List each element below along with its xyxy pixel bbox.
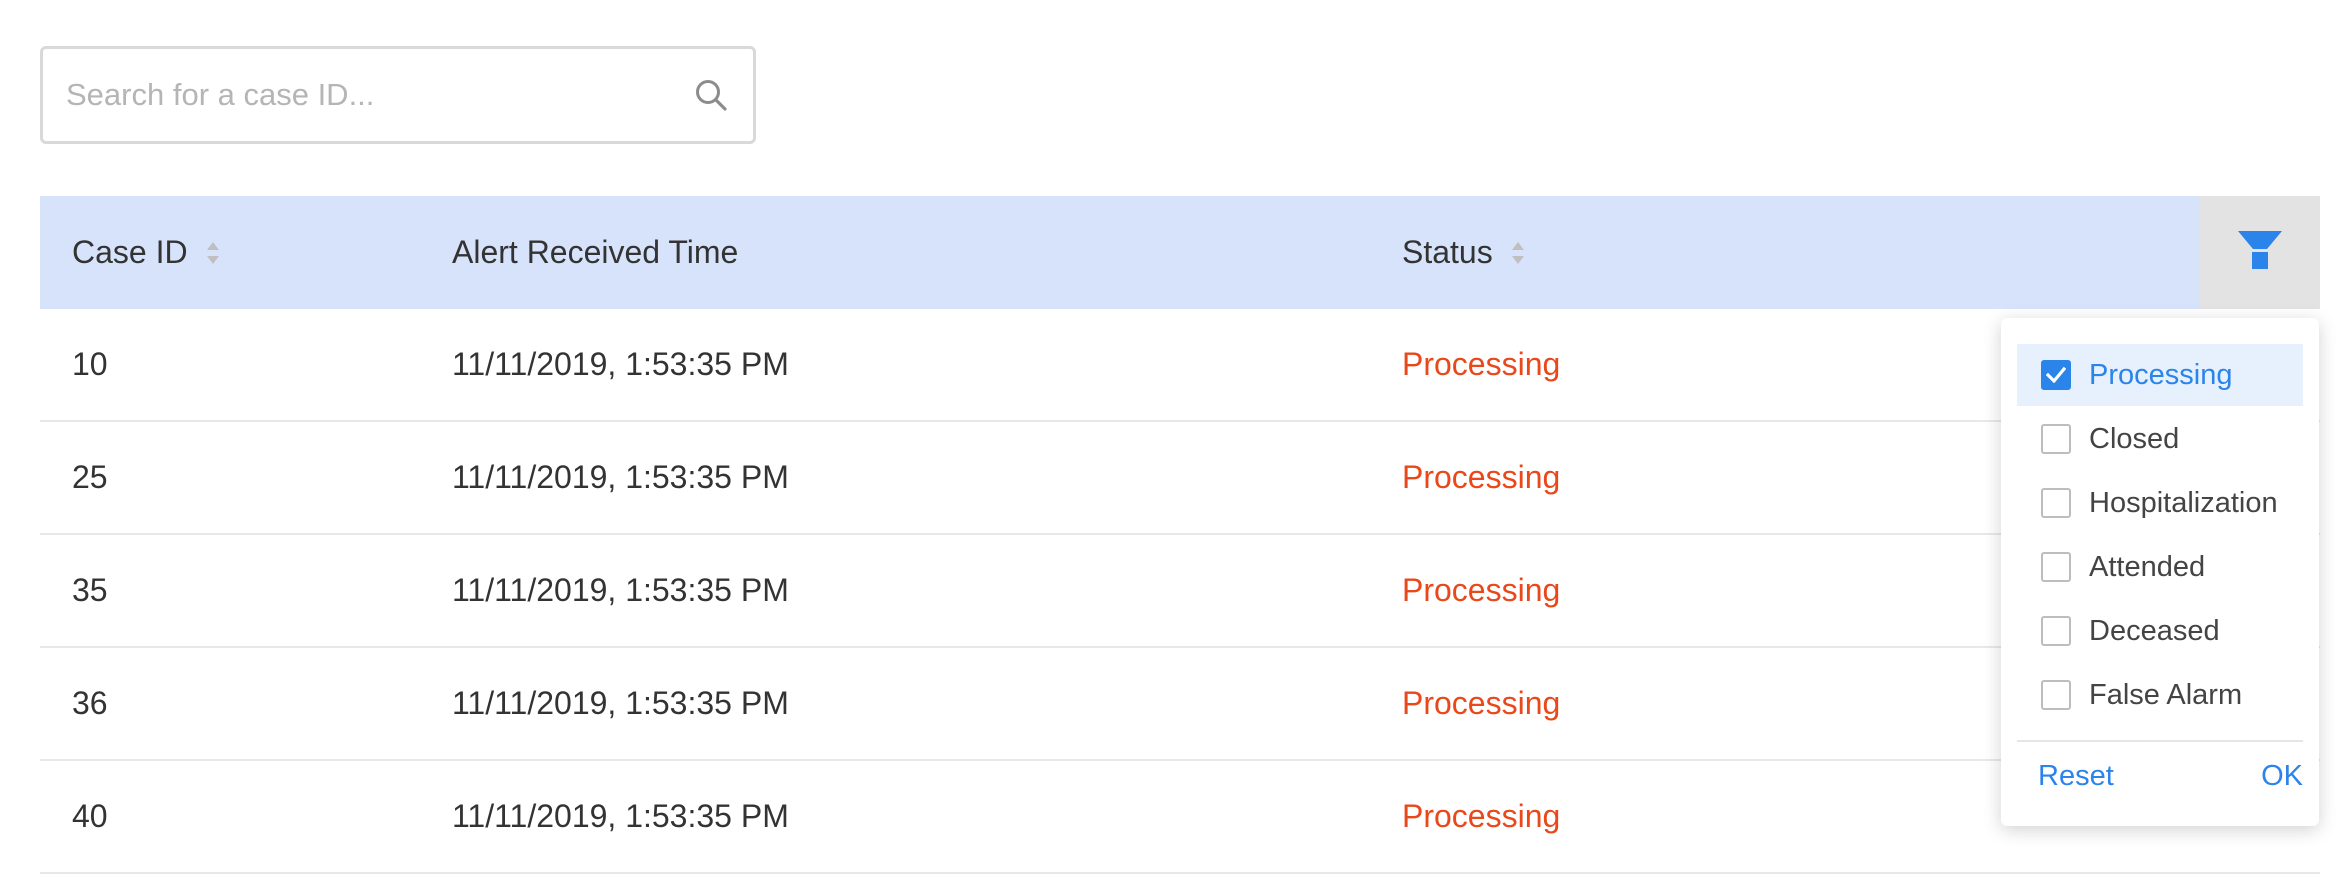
checkbox[interactable] (2041, 616, 2071, 646)
search-icon[interactable] (691, 75, 731, 115)
filter-option-closed[interactable]: Closed (2017, 408, 2303, 470)
column-header-label: Case ID (72, 234, 188, 270)
filter-option-label: Attended (2089, 550, 2206, 583)
search-box (40, 46, 756, 144)
reset-button[interactable]: Reset (2038, 760, 2114, 793)
table-row[interactable]: 25 11/11/2019, 1:53:35 PM Processing (40, 422, 2320, 535)
alert-time-cell: 11/11/2019, 1:53:35 PM (452, 459, 789, 495)
column-header-label: Status (1402, 234, 1493, 270)
alert-time-cell: 11/11/2019, 1:53:35 PM (452, 572, 789, 608)
alert-time-cell: 11/11/2019, 1:53:35 PM (452, 798, 789, 834)
column-header-case-id[interactable]: Case ID (72, 196, 220, 309)
filter-option-false-alarm[interactable]: False Alarm (2017, 664, 2303, 726)
ok-button[interactable]: OK (2261, 760, 2303, 793)
alert-time-cell: 11/11/2019, 1:53:35 PM (452, 346, 789, 382)
table-row[interactable]: 40 11/11/2019, 1:53:35 PM Processing (40, 761, 2320, 874)
filter-option-label: Hospitalization (2089, 486, 2278, 519)
filter-funnel-icon (2237, 229, 2283, 276)
filter-option-hospitalization[interactable]: Hospitalization (2017, 472, 2303, 534)
status-cell: Processing (1402, 572, 1561, 608)
status-cell: Processing (1402, 685, 1561, 721)
search-input[interactable] (43, 49, 691, 141)
status-cell: Processing (1402, 798, 1561, 834)
checkbox[interactable] (2041, 360, 2071, 390)
filter-option-processing[interactable]: Processing (2017, 344, 2303, 406)
filter-option-label: Closed (2089, 422, 2180, 455)
filter-option-label: False Alarm (2089, 678, 2243, 711)
filter-option-deceased[interactable]: Deceased (2017, 600, 2303, 662)
case-id-cell: 25 (72, 459, 108, 495)
checkbox[interactable] (2041, 424, 2071, 454)
status-filter-button[interactable] (2200, 196, 2320, 309)
case-id-cell: 40 (72, 798, 108, 834)
case-id-cell: 36 (72, 685, 108, 721)
column-header-status[interactable]: Status (1402, 196, 1525, 309)
table-row[interactable]: 36 11/11/2019, 1:53:35 PM Processing (40, 648, 2320, 761)
status-cell: Processing (1402, 346, 1561, 382)
sort-icon[interactable] (206, 240, 220, 266)
filter-option-attended[interactable]: Attended (2017, 536, 2303, 598)
cases-table: Case ID Alert Received Time Status 10 11… (40, 196, 2320, 874)
alert-time-cell: 11/11/2019, 1:53:35 PM (452, 685, 789, 721)
status-filter-dropdown: Processing Closed Hospitalization Attend… (2001, 318, 2319, 826)
table-header: Case ID Alert Received Time Status (40, 196, 2320, 309)
case-list-page: Case ID Alert Received Time Status (0, 0, 2339, 883)
column-header-label: Alert Received Time (452, 234, 739, 270)
checkbox[interactable] (2041, 680, 2071, 710)
filter-option-label: Processing (2089, 358, 2233, 391)
dropdown-footer: Reset OK (2001, 742, 2319, 810)
filter-option-label: Deceased (2089, 614, 2220, 647)
checkbox[interactable] (2041, 488, 2071, 518)
status-cell: Processing (1402, 459, 1561, 495)
case-id-cell: 35 (72, 572, 108, 608)
checkbox[interactable] (2041, 552, 2071, 582)
table-row[interactable]: 35 11/11/2019, 1:53:35 PM Processing (40, 535, 2320, 648)
sort-icon[interactable] (1511, 240, 1525, 266)
column-header-alert-time: Alert Received Time (452, 196, 738, 309)
case-id-cell: 10 (72, 346, 108, 382)
table-row[interactable]: 10 11/11/2019, 1:53:35 PM Processing (40, 309, 2320, 422)
